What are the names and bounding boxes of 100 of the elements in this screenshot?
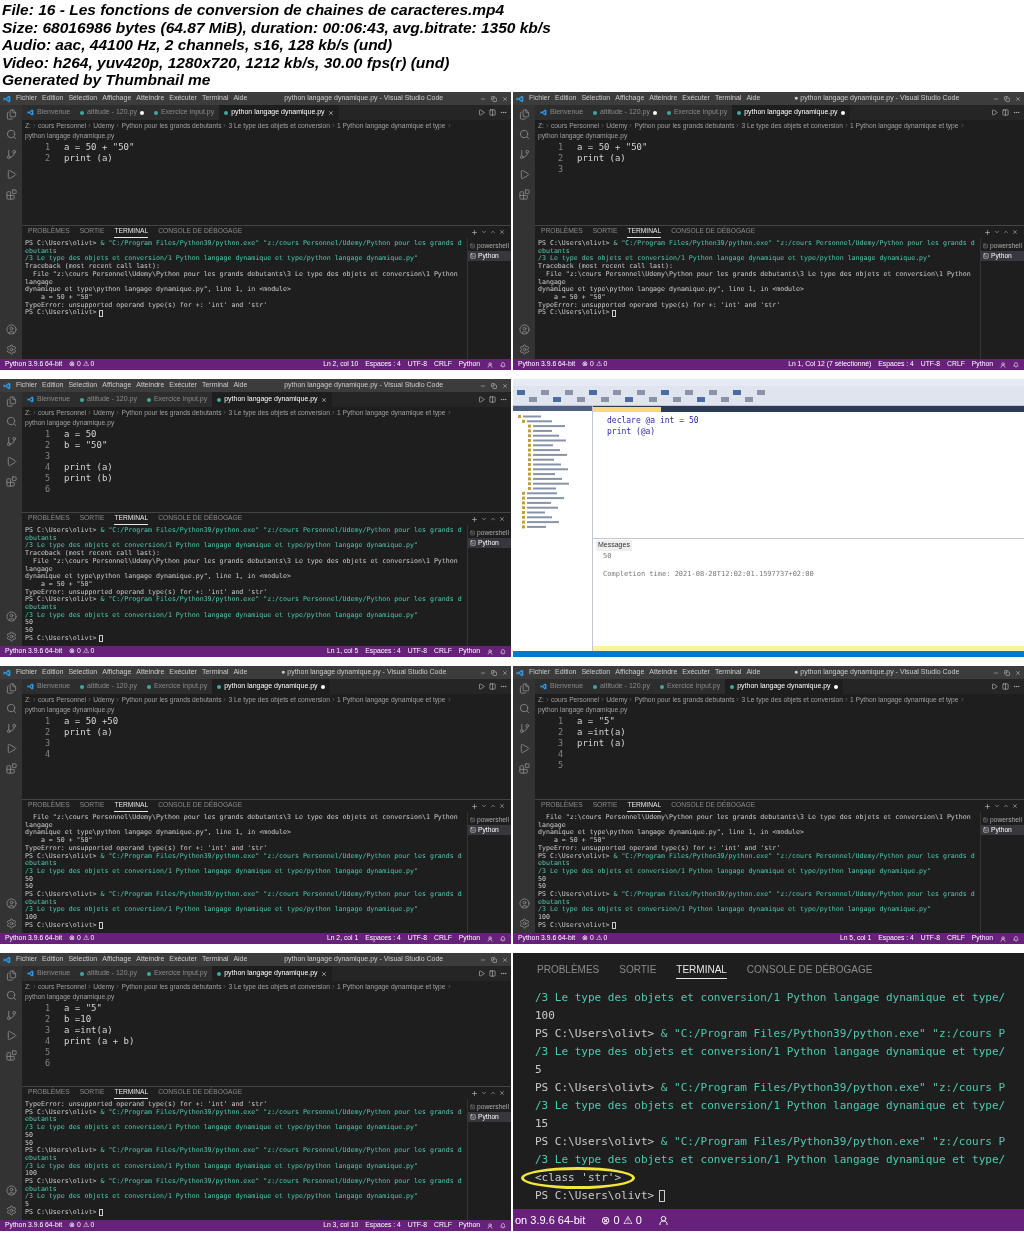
restore-icon[interactable] xyxy=(491,95,497,102)
split-editor-icon[interactable] xyxy=(489,683,496,690)
new-terminal-icon[interactable] xyxy=(471,802,478,810)
maximize-panel-icon[interactable] xyxy=(490,1090,496,1096)
panel-tab[interactable]: SORTIE xyxy=(619,961,657,979)
run-icon[interactable] xyxy=(5,169,17,180)
restore-icon[interactable] xyxy=(491,956,497,963)
branch-icon[interactable] xyxy=(518,149,530,160)
run-icon[interactable] xyxy=(991,109,998,116)
maximize-panel-icon[interactable] xyxy=(490,229,496,235)
close-icon[interactable] xyxy=(1012,229,1018,235)
new-terminal-icon[interactable] xyxy=(984,802,991,810)
settings-icon[interactable] xyxy=(5,1205,17,1216)
close-icon[interactable] xyxy=(502,669,508,676)
feedback-icon[interactable] xyxy=(657,1214,669,1226)
close-icon[interactable] xyxy=(1015,669,1021,676)
feedback-icon[interactable] xyxy=(487,648,493,655)
restore-icon[interactable] xyxy=(1004,95,1010,102)
account-icon[interactable] xyxy=(5,324,17,335)
status-item[interactable]: ⊗ 0 ⚠ 0 xyxy=(601,1211,642,1229)
split-editor-icon[interactable] xyxy=(489,109,496,116)
bell-icon[interactable] xyxy=(500,648,506,655)
chevron-down-icon[interactable] xyxy=(481,803,487,809)
search-icon[interactable] xyxy=(518,129,530,140)
branch-icon[interactable] xyxy=(5,723,17,734)
extensions-icon[interactable] xyxy=(5,763,17,774)
account-icon[interactable] xyxy=(5,1185,17,1196)
branch-icon[interactable] xyxy=(518,723,530,734)
split-editor-icon[interactable] xyxy=(1002,109,1009,116)
settings-icon[interactable] xyxy=(5,918,17,929)
maximize-panel-icon[interactable] xyxy=(1003,229,1009,235)
files-icon[interactable] xyxy=(5,396,17,407)
search-icon[interactable] xyxy=(5,416,17,427)
settings-icon[interactable] xyxy=(5,631,17,642)
restore-icon[interactable] xyxy=(491,669,497,676)
minimize-icon[interactable] xyxy=(993,95,999,102)
feedback-icon[interactable] xyxy=(487,361,493,368)
files-icon[interactable] xyxy=(518,109,530,120)
search-icon[interactable] xyxy=(5,129,17,140)
extensions-icon[interactable] xyxy=(5,1050,17,1061)
bell-icon[interactable] xyxy=(1013,935,1019,942)
close-icon[interactable] xyxy=(499,516,505,522)
run-icon[interactable] xyxy=(478,109,485,116)
search-icon[interactable] xyxy=(518,703,530,714)
feedback-icon[interactable] xyxy=(1000,935,1006,942)
new-terminal-icon[interactable] xyxy=(471,1089,478,1097)
restore-icon[interactable] xyxy=(1004,669,1010,676)
close-icon[interactable] xyxy=(499,1090,505,1096)
account-icon[interactable] xyxy=(518,898,530,909)
files-icon[interactable] xyxy=(5,109,17,120)
chevron-down-icon[interactable] xyxy=(481,516,487,522)
files-icon[interactable] xyxy=(5,970,17,981)
chevron-down-icon[interactable] xyxy=(481,1090,487,1096)
bell-icon[interactable] xyxy=(500,1222,506,1229)
feedback-icon[interactable] xyxy=(487,935,493,942)
new-terminal-icon[interactable] xyxy=(471,228,478,236)
branch-icon[interactable] xyxy=(5,436,17,447)
run-icon[interactable] xyxy=(5,743,17,754)
search-icon[interactable] xyxy=(5,990,17,1001)
extensions-icon[interactable] xyxy=(518,763,530,774)
restore-icon[interactable] xyxy=(491,382,497,389)
extensions-icon[interactable] xyxy=(5,189,17,200)
split-editor-icon[interactable] xyxy=(489,396,496,403)
branch-icon[interactable] xyxy=(5,1010,17,1021)
extensions-icon[interactable] xyxy=(5,476,17,487)
minimize-icon[interactable] xyxy=(480,382,486,389)
run-icon[interactable] xyxy=(5,456,17,467)
panel-tab[interactable]: TERMINAL xyxy=(676,961,727,979)
split-editor-icon[interactable] xyxy=(489,970,496,977)
branch-icon[interactable] xyxy=(5,149,17,160)
status-item[interactable]: on 3.9.6 64-bit xyxy=(515,1211,586,1229)
close-icon[interactable] xyxy=(499,229,505,235)
bell-icon[interactable] xyxy=(500,361,506,368)
feedback-icon[interactable] xyxy=(1000,361,1006,368)
feedback-icon[interactable] xyxy=(487,1222,493,1229)
close-icon[interactable] xyxy=(502,956,508,963)
chevron-down-icon[interactable] xyxy=(994,803,1000,809)
settings-icon[interactable] xyxy=(518,918,530,929)
run-icon[interactable] xyxy=(518,743,530,754)
minimize-icon[interactable] xyxy=(993,669,999,676)
run-icon[interactable] xyxy=(991,683,998,690)
run-icon[interactable] xyxy=(518,169,530,180)
settings-icon[interactable] xyxy=(518,344,530,355)
close-icon[interactable] xyxy=(499,803,505,809)
minimize-icon[interactable] xyxy=(480,95,486,102)
account-icon[interactable] xyxy=(5,898,17,909)
account-icon[interactable] xyxy=(518,324,530,335)
chevron-down-icon[interactable] xyxy=(994,229,1000,235)
new-terminal-icon[interactable] xyxy=(471,515,478,523)
files-icon[interactable] xyxy=(518,683,530,694)
maximize-panel-icon[interactable] xyxy=(1003,803,1009,809)
maximize-panel-icon[interactable] xyxy=(490,516,496,522)
new-terminal-icon[interactable] xyxy=(984,228,991,236)
panel-tab[interactable]: CONSOLE DE DÉBOGAGE xyxy=(746,961,873,979)
maximize-panel-icon[interactable] xyxy=(490,803,496,809)
minimize-icon[interactable] xyxy=(480,956,486,963)
files-icon[interactable] xyxy=(5,683,17,694)
run-icon[interactable] xyxy=(478,970,485,977)
run-icon[interactable] xyxy=(478,396,485,403)
run-icon[interactable] xyxy=(5,1030,17,1041)
